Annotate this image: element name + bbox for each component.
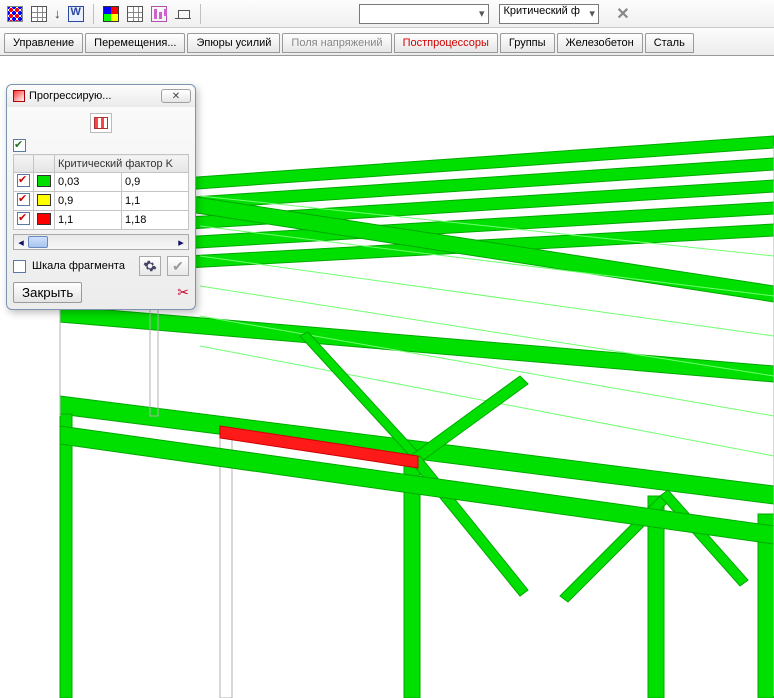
legend-row-check[interactable] [17, 174, 30, 187]
fragment-scale-check[interactable] [13, 260, 26, 273]
palette-mode-icon[interactable] [90, 113, 112, 133]
legend-swatch-red [37, 213, 51, 225]
legend-to: 0,9 [121, 173, 188, 192]
tabbar: Управление Перемещения... Эпюры усилий П… [0, 28, 774, 56]
tool-icon-grid[interactable] [124, 3, 146, 25]
scroll-right-icon[interactable]: ▸ [174, 235, 188, 249]
legend-swatch-yellow [37, 194, 51, 206]
main-toolbar: ↓ Критический ф ✕ [0, 0, 774, 28]
analysis-combo-value: Критический ф [504, 5, 580, 17]
legend-row-check[interactable] [17, 212, 30, 225]
scissors-icon[interactable]: ✂ [177, 284, 189, 301]
tool-icon-frame[interactable] [172, 3, 194, 25]
tool-icon-mesh[interactable] [28, 3, 50, 25]
legend-row[interactable]: 1,1 1,18 [14, 211, 189, 230]
dropdown-icon[interactable]: ↓ [54, 6, 61, 21]
loadcase-combo[interactable] [359, 4, 489, 24]
legend-swatch-green [37, 175, 51, 187]
legend-from: 0,9 [55, 192, 122, 211]
legend-header: Критический фактор K [55, 155, 189, 173]
close-button[interactable]: Закрыть [13, 282, 82, 303]
tab-steel[interactable]: Сталь [645, 33, 694, 53]
scroll-thumb[interactable] [28, 236, 48, 248]
apply-icon[interactable]: ✔ [167, 256, 189, 276]
palette-toggle-all[interactable] [13, 139, 26, 152]
tool-icon-palette[interactable] [100, 3, 122, 25]
toolbar-separator [200, 4, 201, 24]
tab-diagrams[interactable]: Эпюры усилий [187, 33, 280, 53]
fragment-scale-label: Шкала фрагмента [32, 260, 133, 272]
palette-close-icon[interactable]: ✕ [161, 89, 191, 103]
tab-groups[interactable]: Группы [500, 33, 555, 53]
legend-row-check[interactable] [17, 193, 30, 206]
palette-body: Критический фактор K 0,03 0,9 0,9 1,1 1,… [7, 107, 195, 309]
palette-hscroll[interactable]: ◂ ▸ [13, 234, 189, 250]
tool-icon-bars[interactable] [148, 3, 170, 25]
legend-table: Критический фактор K 0,03 0,9 0,9 1,1 1,… [13, 154, 189, 230]
palette-title-text: Прогрессирую... [29, 90, 111, 102]
tab-stressfields[interactable]: Поля напряжений [282, 33, 391, 53]
palette-titlebar[interactable]: Прогрессирую... ✕ [7, 85, 195, 107]
palette-app-icon [13, 90, 25, 102]
tab-control[interactable]: Управление [4, 33, 83, 53]
tab-displacements[interactable]: Перемещения... [85, 33, 185, 53]
toolbar-separator [93, 4, 94, 24]
tool-icon-scatter[interactable] [4, 3, 26, 25]
analysis-combo[interactable]: Критический ф [499, 4, 599, 24]
legend-to: 1,1 [121, 192, 188, 211]
legend-from: 0,03 [55, 173, 122, 192]
legend-row[interactable]: 0,03 0,9 [14, 173, 189, 192]
settings-icon[interactable] [139, 256, 161, 276]
scroll-left-icon[interactable]: ◂ [14, 235, 28, 249]
legend-row[interactable]: 0,9 1,1 [14, 192, 189, 211]
legend-to: 1,18 [121, 211, 188, 230]
legend-palette[interactable]: Прогрессирую... ✕ Критический фактор K 0… [6, 84, 196, 310]
clear-selection-icon[interactable]: ✕ [613, 4, 633, 24]
tool-icon-word[interactable] [65, 3, 87, 25]
legend-from: 1,1 [55, 211, 122, 230]
tab-postprocessors[interactable]: Постпроцессоры [394, 33, 498, 53]
tab-reinforced-concrete[interactable]: Железобетон [557, 33, 643, 53]
